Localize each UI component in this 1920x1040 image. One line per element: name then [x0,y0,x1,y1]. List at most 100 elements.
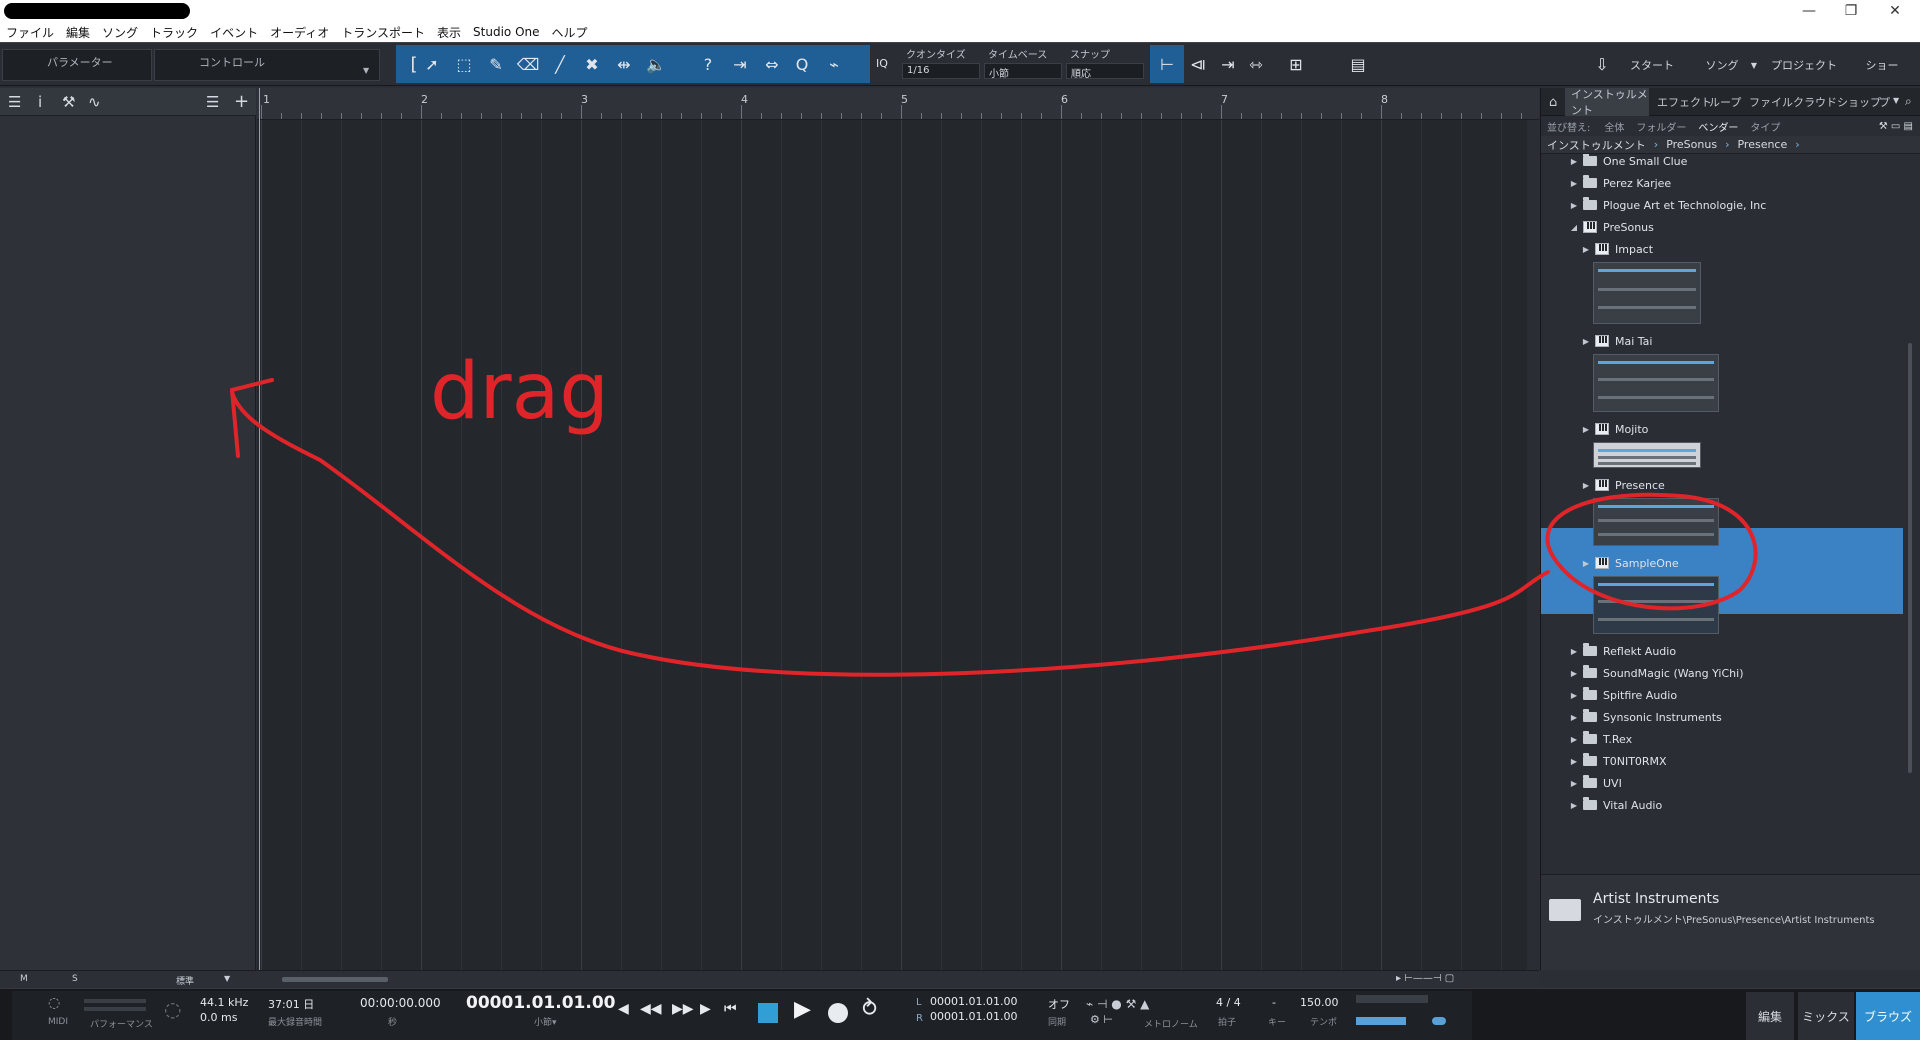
add-track-icon[interactable]: + [234,91,249,112]
instrument-item[interactable]: ▶ Mojito [1541,418,1903,440]
parameter-dropdown[interactable]: パラメーター ▼ [2,49,169,81]
instrument-thumbnail[interactable] [1593,262,1701,324]
follow-icon[interactable]: ⇔ [758,50,786,78]
expand-icon[interactable]: ▶ [1569,735,1579,744]
sort-vendor[interactable]: ベンダー [1698,119,1738,134]
folder-item[interactable]: ▶ Spitfire Audio [1541,684,1903,706]
track-height-select[interactable]: 標準 [176,974,194,987]
expand-icon[interactable]: ▶ [1569,757,1579,766]
expand-icon[interactable]: ▶ [1569,779,1579,788]
tab-files[interactable]: ファイル [1749,88,1793,116]
folder-item[interactable]: ▶ Plogue Art et Technologie, Inc [1541,194,1903,216]
expand-icon[interactable]: ▶ [1569,647,1579,656]
snap-loop-icon[interactable]: ⇿ [1242,50,1270,78]
instrument-thumbnail[interactable] [1593,576,1719,634]
menu-event[interactable]: イベント [210,24,258,41]
menu-track[interactable]: トラック [150,24,198,41]
playhead-cursor[interactable] [259,88,260,970]
tab-shop[interactable]: ショップ [1837,88,1881,116]
folder-item[interactable]: ▶ T.Rex [1541,728,1903,750]
folder-item[interactable]: ▶ UVI [1541,772,1903,794]
grid-options-icon[interactable]: ⊞ [1282,50,1310,78]
tab-browse[interactable]: ブラウズ [1856,992,1920,1040]
menu-transport[interactable]: トランスポート [341,24,425,41]
tab-effects[interactable]: エフェクト [1657,88,1712,116]
show-button[interactable]: ショー [1850,49,1914,81]
settings-icon[interactable]: ⚙ ⊢ [1090,1013,1113,1026]
close-icon[interactable]: ✕ [1872,0,1918,22]
download-icon[interactable]: ⇩ [1588,50,1616,78]
crumb-presence[interactable]: Presence [1737,138,1787,151]
menu-song[interactable]: ソング [102,24,138,41]
expand-icon[interactable]: ▶ [1569,669,1579,678]
zoom-slider-icon[interactable]: ▸ ⊢——⊣ ▢ [1396,973,1454,984]
forward-icon[interactable]: ▶ [700,1001,711,1017]
chevron-down-icon[interactable]: ▼ [1744,49,1764,81]
tab-more[interactable]: プ [1879,88,1890,116]
menu-view[interactable]: 表示 [437,24,461,41]
play-button[interactable]: ▶ [794,997,811,1022]
range-tool-icon[interactable]: ⬚ [450,50,478,78]
search-icon[interactable]: ⌕ [1905,94,1912,109]
view-options-icon[interactable]: ⚒ ▭ ▤ [1879,121,1913,132]
time-signature[interactable]: 4 / 4 [1216,996,1241,1009]
rewind-icon[interactable]: ◀◀ [640,1001,662,1017]
crumb-presonus[interactable]: PreSonus [1666,138,1717,151]
menu-audio[interactable]: オーディオ [270,24,329,41]
snap-select[interactable]: 順応 [1066,63,1144,80]
list-icon[interactable]: ☰ [206,93,219,111]
record-button[interactable] [828,1003,848,1023]
expand-icon[interactable]: ▶ [1569,801,1579,810]
timebase-select[interactable]: 小節 [984,63,1062,80]
mute-all-button[interactable]: M [20,974,28,984]
return-zero-icon[interactable]: ⏮ [724,1001,737,1017]
wrench-icon[interactable]: ⚒ [62,93,75,111]
mute-tool-icon[interactable]: ✖ [578,50,606,78]
control-dropdown[interactable]: コントロール ▼ [154,49,380,81]
tab-instruments[interactable]: インストゥルメント [1565,88,1649,117]
expand-icon[interactable]: ◢ [1569,223,1579,232]
menu-edit[interactable]: 編集 [66,24,90,41]
quantize-select[interactable]: 1/16 [902,63,980,79]
expand-icon[interactable]: ▶ [1569,713,1579,722]
sort-folder[interactable]: フォルダー [1636,119,1686,134]
bars-label[interactable]: 小節▾ [534,1015,557,1028]
expand-icon[interactable]: ▶ [1581,337,1591,346]
tab-loops[interactable]: ループ [1709,88,1741,116]
loop-button[interactable]: ⥁ [862,997,877,1022]
tempo-value[interactable]: 150.00 [1300,996,1339,1009]
home-icon[interactable]: ⌂ [1549,95,1557,110]
tab-mix[interactable]: ミックス [1798,992,1854,1040]
instrument-thumbnail[interactable] [1593,354,1719,412]
automation-icon[interactable]: ∿ [88,93,101,111]
rewind-start-icon[interactable]: ◀ [618,1001,629,1017]
expand-icon[interactable]: ▶ [1569,179,1579,188]
crumb-instruments[interactable]: インストゥルメント [1547,137,1646,153]
zoom-icon[interactable]: Q [788,50,816,78]
instrument-item[interactable]: ▶ Impact [1541,238,1903,260]
expand-icon[interactable]: ▶ [1581,245,1591,254]
help-icon[interactable]: ? [694,50,722,78]
autoscroll-icon[interactable]: ⇥ [726,50,754,78]
folder-item[interactable]: ▶ SoundMagic (Wang YiChi) [1541,662,1903,684]
tab-edit[interactable]: 編集 [1746,992,1794,1040]
expand-icon[interactable]: ▶ [1581,481,1591,490]
restore-icon[interactable]: ❐ [1828,0,1874,22]
eraser-tool-icon[interactable]: ⌫ [514,50,542,78]
instrument-item[interactable]: ▶ Presence [1541,474,1903,496]
arrow-tool-icon[interactable]: ➚ [418,50,446,78]
menu-file[interactable]: ファイル [6,24,54,41]
bend-tool-icon[interactable]: ⇹ [610,50,638,78]
instrument-item[interactable]: ▶ Mai Tai [1541,330,1903,352]
expand-icon[interactable]: ▶ [1581,425,1591,434]
timestretch-icon[interactable]: ⌁ [820,50,848,78]
arrange-view[interactable]: 1 2 3 4 5 6 7 8 [257,88,1539,970]
browser-scrollbar[interactable] [1908,343,1912,773]
horizontal-scrollbar[interactable] [282,977,388,982]
sort-type[interactable]: タイプ [1750,119,1780,134]
key-value[interactable]: - [1272,996,1276,1009]
menu-help[interactable]: ヘルプ [552,24,588,41]
snap-events-icon[interactable]: ⧏ [1184,50,1212,78]
sync-value[interactable]: オフ [1048,996,1070,1012]
iq-button[interactable]: IQ [876,57,888,70]
